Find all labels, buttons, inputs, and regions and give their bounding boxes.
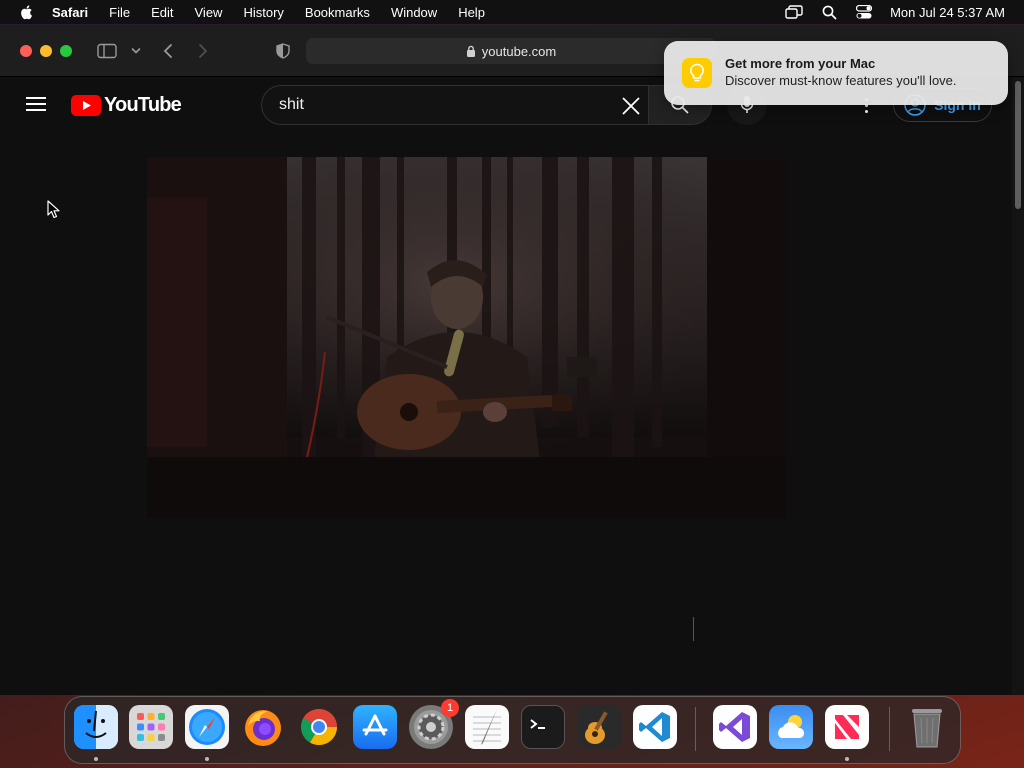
news-running-indicator [845,757,849,761]
dock-safari-icon[interactable] [185,705,229,749]
scrollbar-thumb[interactable] [1015,81,1021,209]
dock-trash-separator [889,707,890,751]
hamburger-menu-icon[interactable] [26,96,46,112]
menu-view[interactable]: View [195,5,223,20]
privacy-shield-icon[interactable] [273,41,293,61]
clear-search-icon[interactable] [620,95,642,117]
dock-weather-icon[interactable] [769,705,813,749]
apple-menu-icon[interactable] [18,3,36,21]
menu-history[interactable]: History [243,5,283,20]
text-cursor-line [693,617,694,641]
video-player[interactable] [147,157,786,518]
video-frame-image [147,157,786,518]
dock-launchpad-icon[interactable] [129,705,173,749]
back-chevron-icon[interactable] [158,41,178,61]
youtube-play-logo-icon [71,94,101,116]
youtube-page: YouTube Sign in [0,77,1012,695]
tips-lightbulb-icon [682,58,712,88]
tab-group-chevron-down-icon[interactable] [126,41,146,61]
dock-trash-icon[interactable] [905,705,949,749]
dock-garageband-icon[interactable] [577,705,621,749]
sidebar-toggle-icon[interactable] [97,41,117,61]
safari-window: youtube.com YouTube Sign in [0,25,1024,695]
dock-vscode-icon[interactable] [633,705,677,749]
address-url: youtube.com [481,43,557,59]
address-bar[interactable]: youtube.com [306,38,716,64]
window-close-button[interactable] [20,45,32,57]
youtube-logo-text: YouTube [104,93,182,116]
page-scrollbar[interactable] [1012,77,1024,695]
dock-app-store-icon[interactable] [353,705,397,749]
menu-bar-clock[interactable]: Mon Jul 24 5:37 AM [890,5,1005,20]
control-center-icon[interactable] [855,3,873,21]
spotlight-search-icon[interactable] [820,3,838,21]
forward-chevron-icon[interactable] [193,41,213,61]
menu-window[interactable]: Window [391,5,437,20]
dock-finder-icon[interactable] [74,705,118,749]
screen-mirroring-icon[interactable] [785,3,803,21]
window-minimize-button[interactable] [40,45,52,57]
dock-terminal-icon[interactable] [521,705,565,749]
notification-title: Get more from your Mac [725,56,876,71]
mouse-cursor-icon [47,200,60,219]
dock-news-icon[interactable] [825,705,869,749]
menu-app-name[interactable]: Safari [52,5,88,20]
menu-file[interactable]: File [109,5,130,20]
safari-running-indicator [205,757,209,761]
search-box[interactable] [261,85,648,125]
notification-body: Discover must-know features you'll love. [725,73,957,88]
dock-chrome-icon[interactable] [297,705,341,749]
dock-separator [695,707,696,751]
dock-textedit-icon[interactable] [465,705,509,749]
notification-banner[interactable]: Get more from your Mac Discover must-kno… [664,41,1008,105]
window-fullscreen-button[interactable] [60,45,72,57]
dock-firefox-icon[interactable] [241,705,285,749]
dock-visual-studio-icon[interactable] [713,705,757,749]
menu-edit[interactable]: Edit [151,5,173,20]
menu-bar: Safari File Edit View History Bookmarks … [0,0,1024,24]
system-settings-badge: 1 [441,699,459,717]
dock: 1 [64,696,961,764]
lock-icon [466,45,475,57]
search-input[interactable] [279,96,599,114]
menu-help[interactable]: Help [458,5,485,20]
youtube-logo[interactable]: YouTube [71,93,182,117]
menu-bookmarks[interactable]: Bookmarks [305,5,370,20]
finder-running-indicator [94,757,98,761]
